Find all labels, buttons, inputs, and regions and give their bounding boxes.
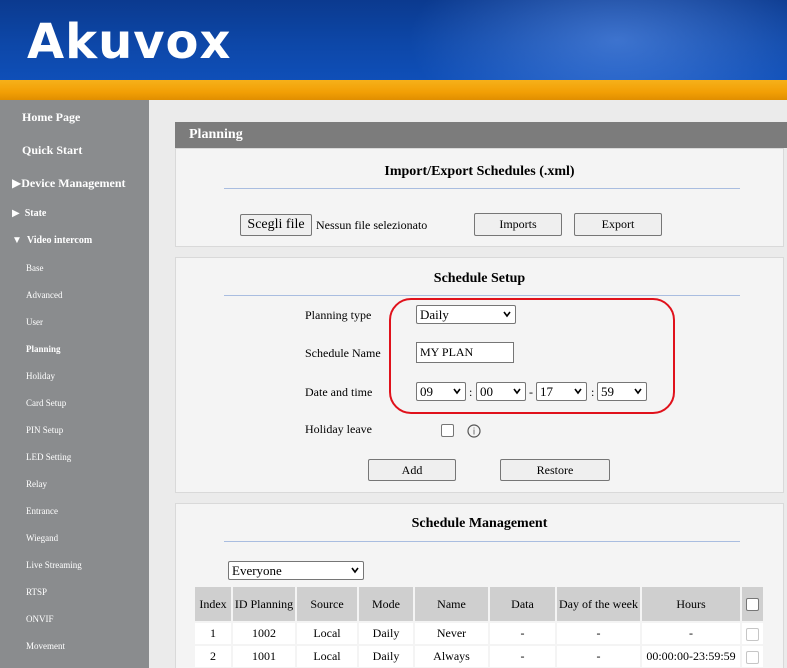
schedule-name-input[interactable]: MY PLAN (416, 342, 514, 363)
row-checkbox[interactable] (746, 627, 759, 641)
cell-day-of-week: - (557, 646, 640, 667)
cell-source: Local (297, 623, 357, 644)
triangle-right-icon: ▶ (12, 208, 20, 219)
select-all-checkbox[interactable] (746, 598, 759, 612)
time-separator: : (591, 385, 595, 399)
cell-source: Local (297, 646, 357, 667)
cell-mode: Daily (359, 646, 413, 667)
header-banner: Akuvox (0, 0, 787, 80)
schedule-table: Index ID Planning Source Mode Name Data … (193, 585, 765, 668)
table-row[interactable]: 1 1002 Local Daily Never - - - (195, 623, 763, 644)
akuvox-logo: Akuvox (27, 14, 232, 70)
start-minute-value: 00 (480, 384, 493, 399)
panel-divider (224, 295, 740, 296)
planning-type-select[interactable]: Daily (416, 305, 516, 324)
column-header-day-of-the-week: Day of the week (557, 587, 640, 621)
start-hour-select[interactable]: 09 (416, 382, 466, 401)
sidebar-item-label: Video intercom (26, 235, 93, 246)
sidebar-item-state[interactable]: ▶ State (12, 208, 161, 219)
column-header-data: Data (490, 587, 555, 621)
cell-hours: 00:00:00-23:59:59 (642, 646, 740, 667)
schedule-management-heading: Schedule Management (411, 516, 548, 531)
schedule-setup-heading: Schedule Setup (433, 271, 526, 286)
user-filter-select[interactable]: Everyone (228, 561, 364, 580)
triangle-down-icon: ▼ (12, 235, 22, 246)
table-row[interactable]: 2 1001 Local Daily Always - - 00:00:00-2… (195, 646, 763, 667)
page-title-bar: Planning (175, 122, 787, 148)
user-filter-value: Everyone (232, 563, 282, 578)
end-hour-select[interactable]: 17 (536, 382, 587, 401)
cell-id-planning: 1002 (233, 623, 295, 644)
cell-index: 1 (195, 623, 231, 644)
add-button[interactable]: Add (368, 459, 456, 481)
column-header-name: Name (415, 587, 488, 621)
chevron-down-icon (453, 388, 461, 395)
end-minute-select[interactable]: 59 (597, 382, 647, 401)
row-checkbox[interactable] (746, 650, 759, 664)
chevron-down-icon (634, 388, 642, 395)
date-and-time-label: Date and time (305, 385, 373, 399)
start-minute-select[interactable]: 00 (476, 382, 526, 401)
schedule-setup-panel: Schedule Setup (175, 257, 784, 493)
cell-id-planning: 1001 (233, 646, 295, 667)
planning-type-value: Daily (420, 307, 449, 322)
sidebar-item-label: Device Management (21, 176, 126, 190)
cell-mode: Daily (359, 623, 413, 644)
end-hour-value: 17 (540, 384, 553, 399)
triangle-right-icon: ▶ (12, 176, 22, 190)
cell-select (742, 623, 763, 644)
panel-divider (224, 541, 740, 542)
cell-index: 2 (195, 646, 231, 667)
time-separator: : (469, 385, 473, 399)
chevron-down-icon (574, 388, 582, 395)
no-file-selected-text: Nessun file selezionato (316, 218, 428, 232)
column-header-select-all (742, 587, 763, 621)
cell-hours: - (642, 623, 740, 644)
cell-data: - (490, 623, 555, 644)
panel-divider (224, 188, 740, 189)
time-separator: - (529, 385, 533, 399)
table-header-row: Index ID Planning Source Mode Name Data … (195, 587, 763, 621)
column-header-source: Source (297, 587, 357, 621)
column-header-hours: Hours (642, 587, 740, 621)
sidebar-item-label: State (24, 208, 47, 219)
cell-day-of-week: - (557, 623, 640, 644)
cell-data: - (490, 646, 555, 667)
column-header-index: Index (195, 587, 231, 621)
import-export-heading: Import/Export Schedules (.xml) (384, 164, 575, 179)
planning-type-label: Planning type (305, 308, 372, 322)
header-accent-bar (0, 80, 787, 100)
schedule-name-label: Schedule Name (305, 346, 381, 360)
cell-name: Always (415, 646, 488, 667)
column-header-id-planning: ID Planning (233, 587, 295, 621)
sidebar: Home Page Quick Start ▶Device Management… (0, 100, 149, 668)
chevron-down-icon (351, 567, 359, 574)
page-title: Planning (189, 127, 243, 142)
holiday-leave-label: Holiday leave (305, 422, 372, 436)
restore-button[interactable]: Restore (500, 459, 610, 481)
cell-select (742, 646, 763, 667)
cell-name: Never (415, 623, 488, 644)
start-hour-value: 09 (420, 384, 433, 399)
info-icon-glyph: i (473, 428, 476, 438)
sidebar-item-device-management[interactable]: ▶Device Management (12, 176, 161, 191)
end-minute-value: 59 (601, 384, 614, 399)
choose-file-button[interactable]: Scegli file (240, 214, 312, 236)
info-icon[interactable]: i (467, 424, 481, 438)
header-glow (407, 0, 787, 80)
sidebar-item-video-intercom[interactable]: ▼ Video intercom (12, 235, 161, 246)
holiday-leave-checkbox[interactable] (441, 424, 454, 437)
column-header-mode: Mode (359, 587, 413, 621)
export-button[interactable]: Export (574, 213, 662, 236)
imports-button[interactable]: Imports (474, 213, 562, 236)
chevron-down-icon (503, 311, 511, 318)
chevron-down-icon (513, 388, 521, 395)
